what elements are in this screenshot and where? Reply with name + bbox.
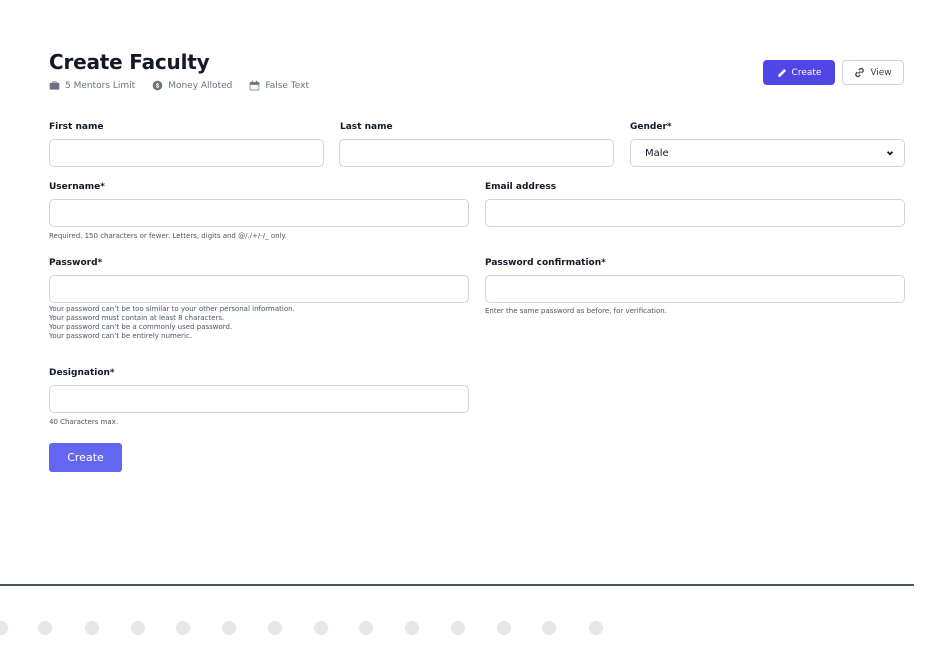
header-actions: Create View — [763, 60, 904, 85]
create-submit-button[interactable]: Create — [49, 443, 122, 472]
gender-value: Male — [645, 147, 669, 159]
decorative-dot — [38, 621, 52, 635]
last-name-label: Last name — [340, 122, 393, 132]
decorative-dot — [359, 621, 373, 635]
dollar-icon — [152, 80, 163, 91]
create-header-button[interactable]: Create — [763, 60, 835, 85]
last-name-input[interactable] — [339, 139, 614, 167]
view-label: View — [870, 67, 892, 78]
decorative-dot — [405, 621, 419, 635]
password-help-line: Your password can’t be a commonly used p… — [49, 323, 233, 331]
username-input[interactable] — [49, 199, 469, 227]
username-label: Username* — [49, 182, 105, 192]
username-help: Required. 150 characters or fewer. Lette… — [49, 232, 287, 240]
create-header-label: Create — [791, 67, 822, 78]
meta-text-label: False Text — [265, 80, 310, 91]
designation-label: Designation* — [49, 368, 115, 378]
page-title: Create Faculty — [49, 50, 210, 74]
meta-money: Money Alloted — [152, 80, 232, 91]
decorative-dot — [0, 621, 8, 635]
first-name-label: First name — [49, 122, 104, 132]
decorative-dot — [85, 621, 99, 635]
meta-text: False Text — [249, 80, 309, 91]
first-name-input[interactable] — [49, 139, 324, 167]
decorative-dot — [131, 621, 145, 635]
decorative-dot — [314, 621, 328, 635]
decorative-dot — [176, 621, 190, 635]
email-input[interactable] — [485, 199, 905, 227]
gender-select[interactable]: Male — [630, 139, 905, 167]
link-icon — [855, 67, 865, 78]
calendar-icon — [250, 80, 260, 91]
password-label: Password* — [49, 258, 103, 268]
password-confirmation-help: Enter the same password as before, for v… — [485, 307, 667, 315]
decorative-dot — [542, 621, 556, 635]
password-help-line: Your password must contain at least 8 ch… — [49, 314, 225, 322]
decorative-dot — [589, 621, 603, 635]
view-button[interactable]: View — [842, 60, 904, 85]
briefcase-icon — [49, 81, 60, 90]
pencil-icon — [777, 68, 786, 77]
decorative-dot — [268, 621, 282, 635]
meta-mentors-label: 5 Mentors Limit — [65, 80, 136, 91]
email-label: Email address — [485, 182, 557, 192]
password-confirmation-input[interactable] — [485, 275, 905, 303]
gender-label: Gender* — [630, 122, 672, 132]
password-help: Your password can’t be too similar to yo… — [49, 305, 295, 341]
meta-mentors: 5 Mentors Limit — [49, 80, 135, 91]
footer-divider — [0, 584, 914, 586]
password-help-line: Your password can’t be too similar to yo… — [49, 305, 295, 313]
password-input[interactable] — [49, 275, 469, 303]
page-header: Create Faculty 5 Mentors Limit Money All… — [49, 50, 326, 91]
decorative-dot — [222, 621, 236, 635]
designation-input[interactable] — [49, 385, 469, 413]
password-help-line: Your password can’t be entirely numeric. — [49, 332, 193, 340]
meta-row: 5 Mentors Limit Money Alloted False Text — [49, 80, 326, 91]
decorative-dot — [497, 621, 511, 635]
meta-money-label: Money Alloted — [168, 80, 233, 91]
chevron-down-icon — [886, 151, 894, 156]
designation-help: 40 Characters max. — [49, 418, 119, 426]
decorative-dot — [451, 621, 465, 635]
password-confirmation-label: Password confirmation* — [485, 258, 606, 268]
